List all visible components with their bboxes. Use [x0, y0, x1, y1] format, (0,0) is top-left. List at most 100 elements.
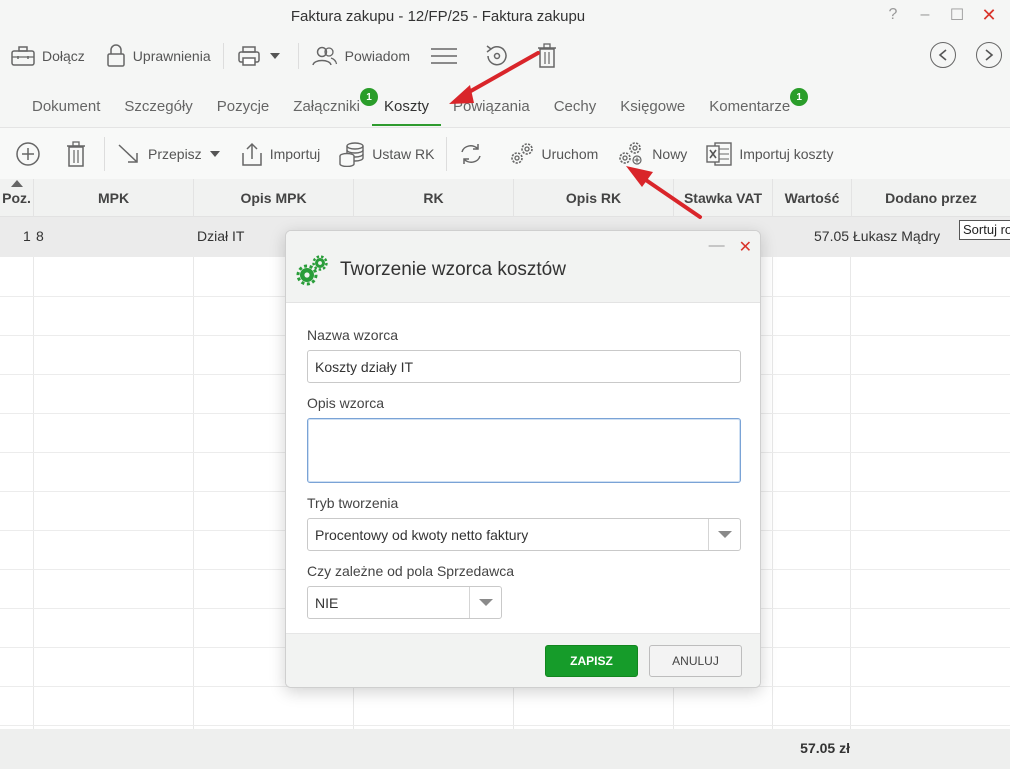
- close-icon[interactable]: ✕: [976, 4, 1002, 26]
- column-header-opis-mpk[interactable]: Opis MPK: [194, 179, 354, 217]
- import-costs-label: Importuj koszty: [739, 145, 834, 162]
- window-controls: ? – ☐ ✕: [880, 4, 1002, 26]
- trash-icon: [538, 43, 556, 68]
- print-button[interactable]: [226, 38, 296, 74]
- tab-pozycje[interactable]: Pozycje: [205, 88, 282, 126]
- column-header-wartosc[interactable]: Wartość: [773, 179, 852, 217]
- creation-mode-select[interactable]: Procentowy od kwoty netto faktury: [307, 518, 741, 551]
- record-navigation: [930, 42, 1002, 68]
- tab-koszty[interactable]: Koszty: [371, 88, 441, 126]
- refresh-icon: [460, 143, 481, 164]
- window-title: Faktura zakupu - 12/FP/25 - Faktura zaku…: [290, 8, 586, 25]
- chevron-down-icon[interactable]: [469, 587, 501, 618]
- chevron-down-icon: [269, 53, 280, 59]
- new-template-label: Nowy: [652, 145, 688, 162]
- column-header-dodano-przez[interactable]: Dodano przez: [852, 179, 1010, 217]
- refresh-button[interactable]: [449, 136, 499, 172]
- cell-dodano-przez: Łukasz Mądry: [853, 228, 941, 244]
- excel-icon: [706, 141, 733, 166]
- tab-zalaczniki[interactable]: Załączniki 1: [281, 88, 378, 126]
- import-costs-button[interactable]: Importuj koszty: [696, 136, 842, 172]
- title-bar: Faktura zakupu - 12/FP/25 - Faktura zaku…: [0, 0, 1010, 34]
- main-toolbar: Dołącz Uprawnienia Powiadom: [0, 38, 1010, 74]
- attach-button[interactable]: Dołącz: [0, 38, 95, 74]
- tab-ksiegowe[interactable]: Księgowe: [608, 88, 697, 126]
- dialog-close-icon[interactable]: ✕: [739, 237, 752, 257]
- minimize-icon[interactable]: –: [912, 4, 938, 26]
- document-tabs: Dokument Szczegóły Pozycje Załączniki 1 K…: [20, 88, 809, 126]
- chevron-down-icon[interactable]: [708, 519, 740, 550]
- history-button[interactable]: [474, 38, 526, 74]
- save-button[interactable]: ZAPISZ: [545, 645, 638, 677]
- toolbar-divider: [297, 43, 299, 69]
- import-button[interactable]: Importuj: [231, 136, 330, 172]
- printer-icon: [237, 46, 260, 66]
- column-header-rk[interactable]: RK: [354, 179, 514, 217]
- chevron-left-icon: [938, 49, 947, 61]
- cell-mpk: 8: [36, 228, 44, 244]
- import-label: Importuj: [269, 145, 321, 162]
- dialog-controls: — ✕: [709, 237, 752, 257]
- toolbar-divider: [104, 136, 105, 171]
- attach-label: Dołącz: [42, 48, 85, 64]
- toolbar-divider: [445, 136, 447, 171]
- rewrite-button[interactable]: Przepisz: [107, 136, 231, 172]
- tab-szczegoly[interactable]: Szczegóły: [112, 88, 204, 126]
- dialog-minimize-icon[interactable]: —: [709, 237, 725, 257]
- app-window: Faktura zakupu - 12/FP/25 - Faktura zaku…: [0, 0, 1010, 769]
- creation-mode-label: Tryb tworzenia: [307, 495, 399, 511]
- lock-icon: [107, 44, 125, 67]
- tab-powiazania[interactable]: Powiązania: [441, 88, 542, 126]
- rewrite-label: Przepisz: [148, 145, 202, 162]
- coins-icon: [339, 141, 364, 167]
- template-description-label: Opis wzorca: [307, 395, 385, 411]
- dialog-title: Tworzenie wzorca kosztów: [340, 259, 566, 280]
- run-label: Uruchom: [541, 145, 599, 162]
- gears-add-icon: [619, 141, 642, 165]
- permissions-button[interactable]: Uprawnienia: [95, 38, 221, 74]
- depends-on-seller-select[interactable]: NIE: [307, 586, 502, 619]
- run-button[interactable]: Uruchom: [499, 136, 608, 172]
- column-header-mpk[interactable]: MPK: [34, 179, 194, 217]
- next-record-button[interactable]: [976, 42, 1002, 68]
- delete-cost-button[interactable]: [56, 136, 102, 172]
- notify-button[interactable]: Powiadom: [301, 38, 420, 74]
- column-header-opis-rk[interactable]: Opis RK: [514, 179, 674, 217]
- hamburger-icon: [431, 48, 457, 64]
- add-cost-button[interactable]: [6, 136, 56, 172]
- upload-icon: [241, 142, 262, 166]
- sort-asc-icon: [11, 180, 23, 187]
- cancel-button[interactable]: ANULUJ: [649, 645, 742, 677]
- previous-record-button[interactable]: [930, 42, 956, 68]
- toolbar-divider: [222, 43, 224, 69]
- menu-button[interactable]: [420, 38, 474, 74]
- cell-opis-mpk: Dział IT: [197, 228, 245, 244]
- maximize-icon[interactable]: ☐: [944, 4, 970, 26]
- dialog-footer: ZAPISZ ANULUJ: [286, 633, 760, 687]
- plus-circle-icon: [16, 141, 40, 166]
- delete-document-button[interactable]: [526, 38, 574, 74]
- briefcase-icon: [11, 46, 35, 66]
- template-name-input[interactable]: Koszty działy IT: [307, 350, 741, 383]
- column-header-poz[interactable]: Poz.: [0, 179, 34, 217]
- template-description-input[interactable]: [307, 418, 741, 483]
- notify-label: Powiadom: [344, 48, 410, 64]
- arrow-down-right-icon: [118, 143, 138, 163]
- total-value: 57.05 zł: [800, 740, 850, 756]
- sort-tooltip: Sortuj rosnąco: [959, 220, 1010, 240]
- tab-cechy[interactable]: Cechy: [542, 88, 609, 126]
- tab-komentarze[interactable]: Komentarze 1: [697, 88, 809, 126]
- depends-on-seller-label: Czy zależne od pola Sprzedawca: [307, 563, 515, 579]
- chevron-down-icon: [209, 150, 220, 157]
- permissions-label: Uprawnienia: [132, 48, 211, 64]
- set-rk-label: Ustaw RK: [372, 145, 435, 162]
- column-header-stawka-vat[interactable]: Stawka VAT: [674, 179, 773, 217]
- grid-footer: 57.05 zł: [0, 729, 1010, 769]
- set-rk-button[interactable]: Ustaw RK: [329, 136, 443, 172]
- template-name-label: Nazwa wzorca: [307, 327, 399, 343]
- new-template-button[interactable]: Nowy: [607, 136, 696, 172]
- gears-icon: [296, 255, 328, 286]
- help-icon[interactable]: ?: [880, 4, 906, 26]
- tab-dokument[interactable]: Dokument: [20, 88, 112, 126]
- trash-icon: [67, 140, 85, 167]
